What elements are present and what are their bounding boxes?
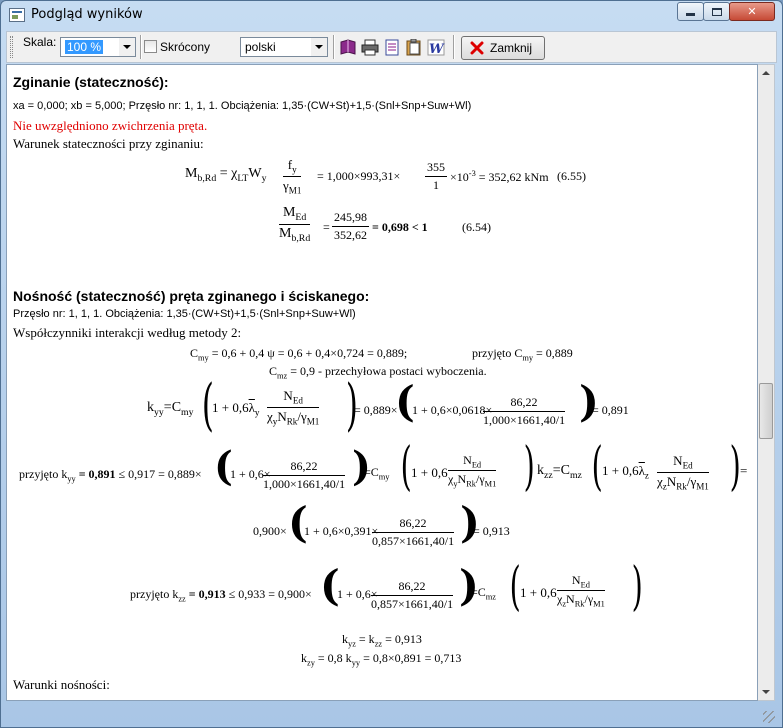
acc-kyy-pre: przyjęto kyy = 0,891 ≤ 0,917 = 0,889× bbox=[19, 467, 202, 484]
eq2-result: = 0,698 < 1 bbox=[372, 220, 428, 234]
app-icon bbox=[9, 8, 25, 22]
cmz-line: Cmz = 0,9 - przechyłowa postaci wyboczen… bbox=[269, 364, 487, 381]
cmy-line: Cmy = 0,6 + 0,4 ψ = 0,6 + 0,4×0,724 = 0,… bbox=[190, 346, 408, 363]
toolbar-grip[interactable] bbox=[10, 36, 13, 58]
eq2-equals: = bbox=[323, 220, 330, 234]
preview-window: Podgląd wyników ✕ Skala: 100 % Skrócony … bbox=[0, 0, 783, 728]
short-label: Skrócony bbox=[160, 40, 211, 54]
interaction-coeff-label: Współczynniki interakcji według metody 2… bbox=[13, 325, 242, 340]
toolbar-separator bbox=[333, 35, 335, 59]
eq1-result: ×10-3 = 352,62 kNm bbox=[450, 169, 549, 184]
short-checkbox[interactable] bbox=[144, 40, 157, 53]
report-view[interactable]: Zginanie (stateczność): xa = 0,000; xb =… bbox=[6, 64, 758, 701]
acc-kyy-eq: =Cmy bbox=[364, 465, 390, 482]
eq2-fraction-symbol: MEd Mb,Rd bbox=[279, 205, 311, 244]
scroll-up-button[interactable] bbox=[758, 65, 774, 81]
scroll-thumb[interactable] bbox=[759, 383, 773, 439]
resize-grip[interactable] bbox=[763, 711, 775, 723]
vertical-scrollbar[interactable] bbox=[758, 64, 775, 701]
interaction-params: Przęsło nr: 1, 1, 1. Obciążenia: 1,35·(C… bbox=[13, 308, 356, 320]
svg-text:W: W bbox=[429, 42, 445, 56]
kyy-inner: 1 + 0,6λy bbox=[212, 400, 260, 418]
title-bar[interactable]: Podgląd wyników ✕ bbox=[1, 1, 782, 29]
load-conditions-label: Warunki nośności: bbox=[13, 677, 110, 692]
kzz-fraction: NEd χzNRk/γM1 bbox=[657, 453, 709, 492]
red-x-icon bbox=[470, 41, 484, 55]
kyy-calc-fraction: 86,22 1,000×1661,40/1 bbox=[483, 395, 566, 427]
kzz-lhs: kzz=Cmz bbox=[537, 463, 582, 481]
language-dropdown-arrow[interactable] bbox=[311, 38, 327, 56]
maximize-icon bbox=[711, 7, 722, 16]
kzz-calc-pre: 0,900× bbox=[253, 524, 287, 538]
word-export-icon[interactable]: W bbox=[427, 39, 445, 56]
minimize-button[interactable] bbox=[677, 2, 704, 21]
clipboard-icon[interactable] bbox=[405, 39, 423, 56]
eq2-fraction-values: 245,98 352,62 bbox=[332, 210, 369, 242]
window-close-button[interactable]: ✕ bbox=[729, 2, 775, 21]
toolbar-separator bbox=[140, 35, 142, 59]
toolbar-separator bbox=[453, 35, 455, 59]
book-icon[interactable] bbox=[339, 39, 357, 56]
kzz-calc-inner: 1 + 0,6×0,391× bbox=[304, 524, 379, 538]
acc-kzz-pre: przyjęto kzz = 0,913 ≤ 0,933 = 0,900× bbox=[130, 587, 312, 604]
acc-kyy-fraction: 86,22 1,000×1661,40/1 bbox=[263, 459, 346, 491]
acc-kyy-sym-close-paren: ) bbox=[523, 437, 535, 497]
acc-kzz-fraction: 86,22 0,857×1661,40/1 bbox=[371, 579, 454, 611]
zamknij-button[interactable]: Zamknij bbox=[461, 36, 545, 60]
chevron-down-icon bbox=[123, 45, 131, 49]
stability-condition-label: Warunek stateczności przy zginaniu: bbox=[13, 136, 204, 151]
maximize-button[interactable] bbox=[703, 2, 730, 21]
acc-kzz-inner2: 1 + 0,6 bbox=[520, 585, 557, 600]
eq1-fraction-fy: fy γM1 bbox=[283, 157, 302, 196]
eq2-reference: (6.54) bbox=[462, 220, 491, 234]
scale-label: Skala: bbox=[23, 35, 57, 49]
section-heading-interaction: Nośność (stateczność) pręta zginanego i … bbox=[13, 288, 370, 304]
kzy-line: kzy = 0,8 kyy = 0,8×0,891 = 0,713 bbox=[301, 651, 462, 668]
warning-text: Nie uwzględniono zwichrzenia pręta. bbox=[13, 118, 208, 133]
page-icon[interactable] bbox=[383, 39, 401, 56]
arrow-down-icon bbox=[762, 690, 770, 694]
eq1-lhs: Mb,Rd = χLTWy bbox=[185, 166, 267, 184]
arrow-up-icon bbox=[762, 71, 770, 75]
scale-value: 100 % bbox=[65, 40, 104, 54]
kzz-calc-post: = 0,913 bbox=[473, 524, 510, 538]
kyy-calc-post: = 0,891 bbox=[592, 403, 629, 417]
kyz-line: kyz = kzz = 0,913 bbox=[342, 632, 422, 649]
section-heading-bending: Zginanie (stateczność): bbox=[13, 74, 169, 90]
eq1-fraction-values: 355 1 bbox=[425, 160, 447, 192]
toolbar: Skala: 100 % Skrócony polski W Zamknij bbox=[6, 31, 777, 63]
kzz-trailing-equals: = bbox=[740, 463, 748, 478]
kzz-calc-fraction: 86,22 0,857×1661,40/1 bbox=[372, 516, 455, 548]
status-bar bbox=[6, 703, 777, 725]
eq1-reference: (6.55) bbox=[557, 169, 586, 183]
language-combo[interactable]: polski bbox=[240, 37, 328, 57]
minimize-icon bbox=[686, 13, 695, 16]
cmy-accepted: przyjęto Cmy = 0,889 bbox=[472, 346, 573, 363]
scroll-down-button[interactable] bbox=[758, 684, 774, 700]
acc-kzz-sym-fraction: NEd χzNRk/γM1 bbox=[557, 573, 605, 609]
kyy-fraction: NEd χyNRk/γM1 bbox=[267, 388, 320, 427]
kyy-calc-pre: = 0,889× bbox=[354, 403, 398, 417]
acc-kyy-sym-fraction: NEd χyNRk/γM1 bbox=[448, 453, 497, 489]
chevron-down-icon bbox=[315, 45, 323, 49]
zamknij-label: Zamknij bbox=[490, 41, 533, 55]
scale-dropdown-arrow[interactable] bbox=[119, 38, 135, 56]
kyy-lhs: kyy=Cmy bbox=[147, 400, 194, 418]
acc-kzz-sym-close-paren: ) bbox=[631, 557, 643, 617]
language-value: polski bbox=[245, 40, 276, 54]
eq1-calc: = 1,000×993,31× bbox=[317, 169, 401, 183]
print-icon[interactable] bbox=[361, 39, 379, 56]
kzz-inner: 1 + 0,6λz bbox=[602, 463, 649, 481]
scale-combo[interactable]: 100 % bbox=[60, 37, 136, 57]
window-title: Podgląd wyników bbox=[31, 7, 143, 22]
kyy-calc-inner: 1 + 0,6×0,0618× bbox=[412, 403, 493, 417]
bending-params: xa = 0,000; xb = 5,000; Przęsło nr: 1, 1… bbox=[13, 100, 472, 112]
acc-kyy-inner2: 1 + 0,6 bbox=[411, 465, 448, 480]
acc-kzz-eq: =Cmz bbox=[471, 585, 497, 602]
